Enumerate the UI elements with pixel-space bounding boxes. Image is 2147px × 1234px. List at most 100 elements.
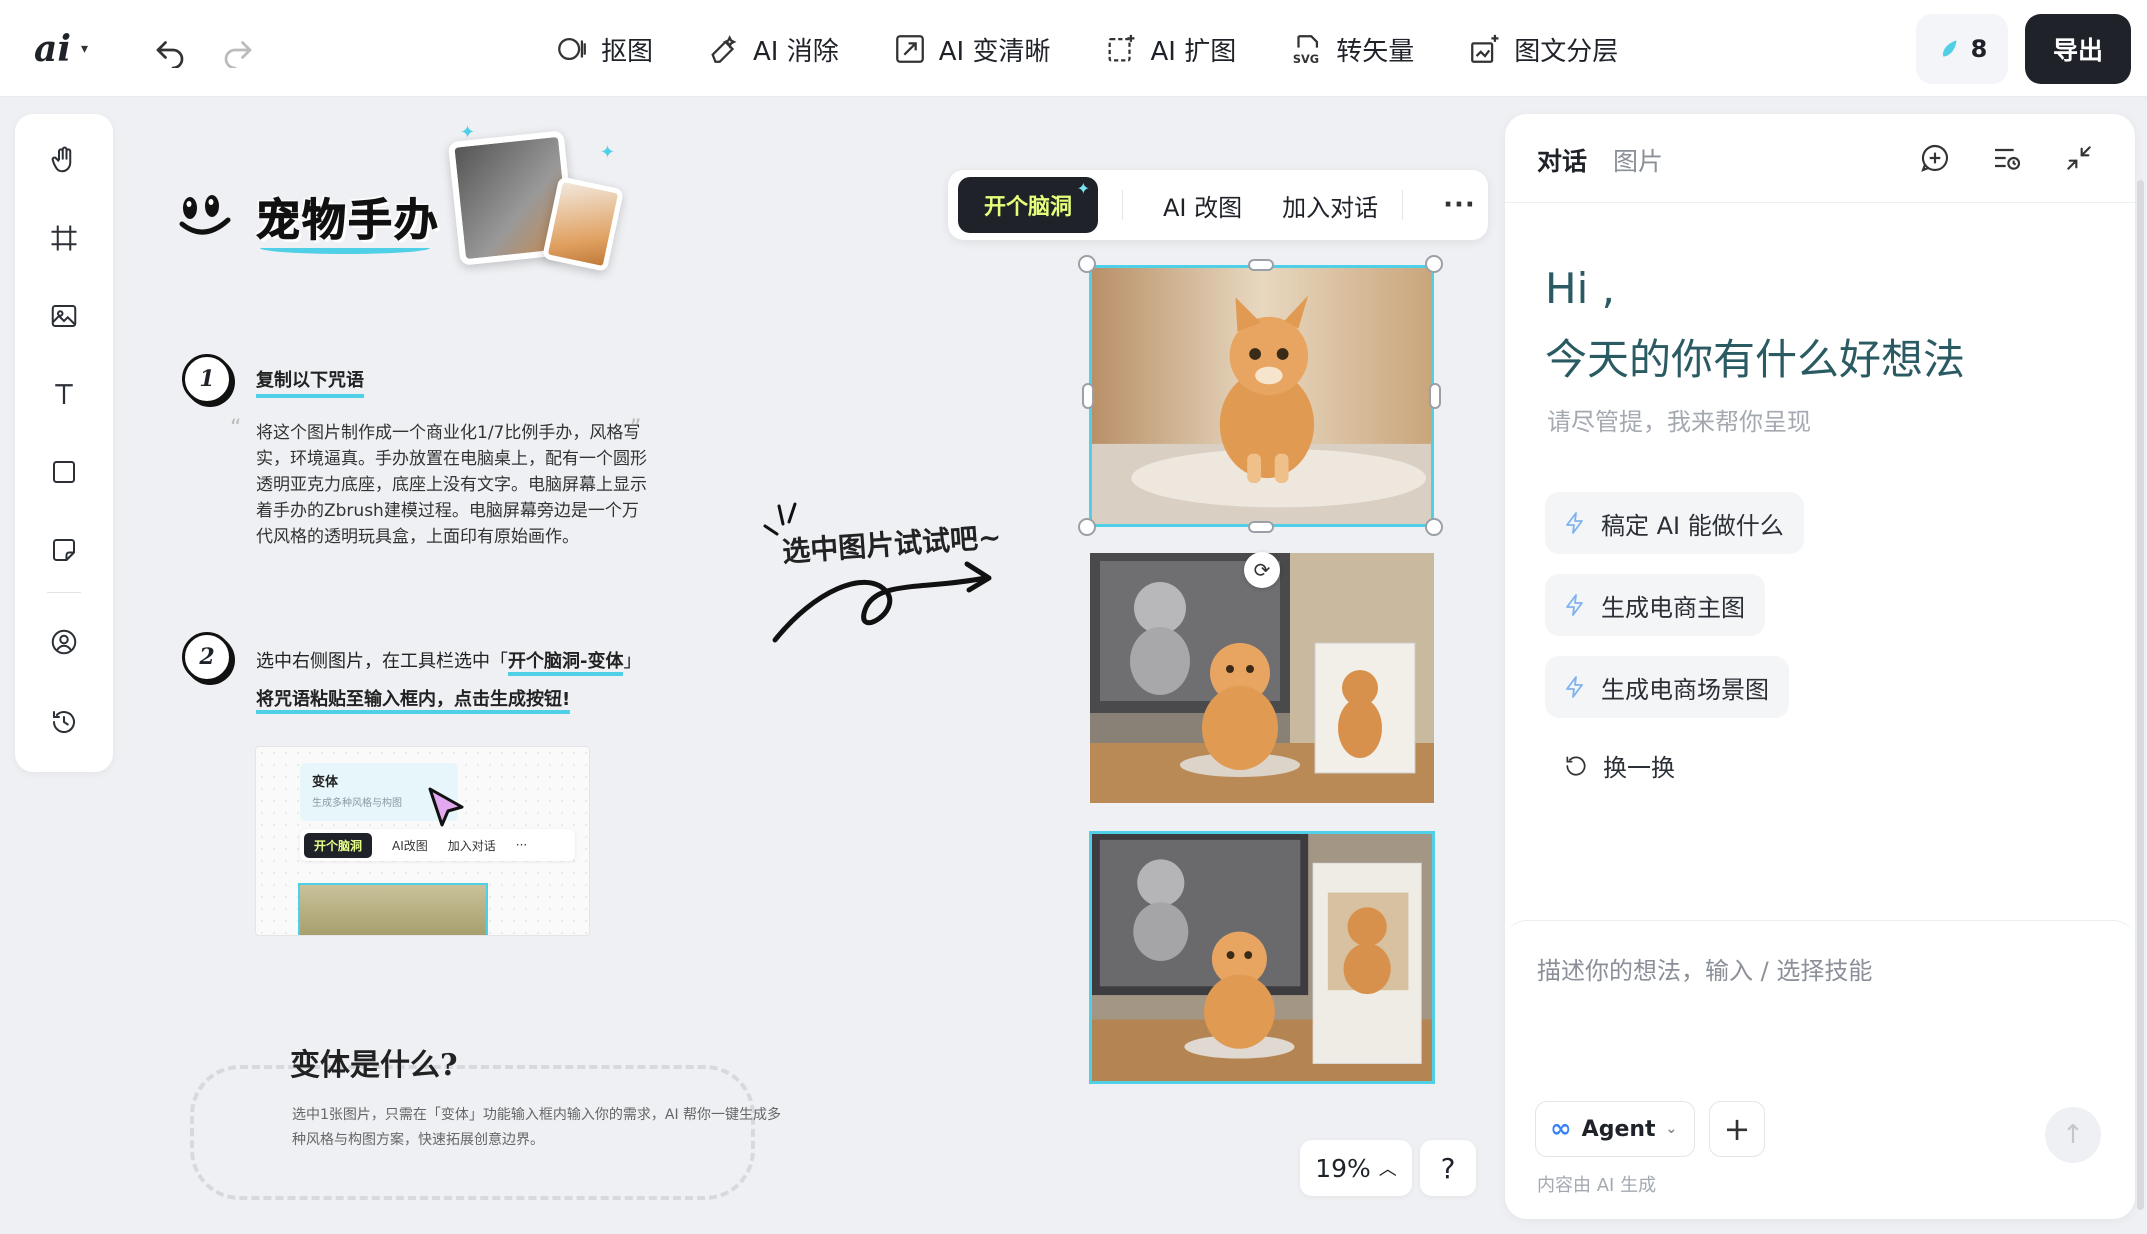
app-logo-menu[interactable]: ai ▾ bbox=[34, 28, 106, 70]
resize-handle[interactable] bbox=[1078, 255, 1096, 273]
top-toolbar: ai ▾ 抠图 AI 消除 AI 变清晰 AI 扩图 SVG 转矢量 图文分层 … bbox=[0, 0, 2147, 97]
tool-label: 转矢量 bbox=[1336, 36, 1415, 67]
sparkle-icon: ✦ bbox=[1076, 179, 1090, 198]
lightning-icon bbox=[1566, 676, 1583, 698]
rectangle-icon[interactable] bbox=[44, 452, 84, 492]
refresh-suggestions-button[interactable]: 换一换 bbox=[1563, 748, 1675, 783]
chat-input-area[interactable]: 描述你的想法，输入 / 选择技能 ∞ Agent ⌄ + ↑ 内容由 AI 生成 bbox=[1505, 920, 2135, 1219]
divider bbox=[47, 592, 81, 593]
resize-handle[interactable] bbox=[1429, 383, 1441, 409]
text-icon[interactable] bbox=[44, 374, 84, 414]
step2-prefix: 选中右侧图片，在工具栏选中「 bbox=[256, 651, 508, 672]
image-icon[interactable] bbox=[44, 296, 84, 336]
tool-label: AI 变清晰 bbox=[938, 36, 1051, 67]
tool-cutout[interactable]: 抠图 bbox=[555, 31, 653, 68]
suggestion-chip[interactable]: 生成电商场景图 bbox=[1545, 656, 1789, 718]
doc-title: 宠物手办 bbox=[256, 195, 440, 247]
tool-label: 抠图 bbox=[601, 36, 654, 67]
tool-label: 图文分层 bbox=[1514, 36, 1619, 67]
cutout-icon bbox=[558, 37, 586, 61]
divider bbox=[1505, 202, 2135, 203]
brainstorm-button[interactable]: 开个脑洞 ✦ bbox=[958, 177, 1098, 233]
title-thumbnails: ✦ ✦ bbox=[447, 122, 630, 272]
tool-ai-enhance[interactable]: AI 变清晰 bbox=[893, 31, 1051, 68]
prompt-text[interactable]: 将这个图片制作成一个商业化1/7比例手办，风格写实，环境逼真。手办放置在电脑桌上… bbox=[256, 420, 651, 550]
layers-icon bbox=[1471, 34, 1499, 63]
resize-handle[interactable] bbox=[1082, 383, 1094, 409]
step2-feature: 开个脑洞-变体 bbox=[508, 651, 624, 676]
cursor-icon bbox=[428, 787, 464, 827]
mini-toolbar: 开个脑洞 AI改图 加入对话 ··· bbox=[300, 829, 575, 861]
zoom-control[interactable]: 19% ︿ bbox=[1300, 1140, 1412, 1196]
resize-handle[interactable] bbox=[1425, 255, 1443, 273]
expand-icon bbox=[1109, 34, 1135, 62]
undo-icon[interactable] bbox=[152, 32, 188, 70]
kitten-photo[interactable] bbox=[1089, 265, 1434, 527]
resize-handle[interactable] bbox=[1425, 518, 1443, 536]
tool-ai-erase[interactable]: AI 消除 bbox=[707, 31, 839, 68]
tab-chat[interactable]: 对话 bbox=[1537, 142, 1587, 178]
credits-badge[interactable]: 8 bbox=[1916, 14, 2008, 84]
resize-handle[interactable] bbox=[1248, 259, 1274, 271]
chat-history-icon[interactable] bbox=[1991, 142, 2023, 174]
suggestion-chip[interactable]: 生成电商主图 bbox=[1545, 574, 1765, 636]
chat-input[interactable]: 描述你的想法，输入 / 选择技能 bbox=[1537, 951, 1872, 986]
greeting-subtitle: 请尽管提，我来帮你呈现 bbox=[1547, 408, 1811, 436]
svg-text:SVG: SVG bbox=[1293, 52, 1319, 66]
add-attachment-button[interactable]: + bbox=[1709, 1101, 1765, 1157]
figurine-photo[interactable] bbox=[1090, 553, 1434, 803]
sparkle-icon: ✦ bbox=[600, 142, 616, 163]
tool-list: 抠图 AI 消除 AI 变清晰 AI 扩图 SVG 转矢量 图文分层 bbox=[555, 24, 1672, 74]
tool-vectorize[interactable]: SVG 转矢量 bbox=[1290, 31, 1414, 68]
step-title: 复制以下咒语 bbox=[256, 366, 364, 398]
step2-suffix: 」 bbox=[623, 651, 642, 672]
mini-add-chat: 加入对话 bbox=[447, 838, 496, 853]
variant-explainer-desc: 选中1张图片，只需在「变体」功能输入框内输入你的需求，AI 帮你一键生成多种风格… bbox=[292, 1107, 782, 1148]
lightning-icon bbox=[1566, 594, 1583, 616]
collapse-icon[interactable] bbox=[2063, 142, 2095, 174]
refresh-icon bbox=[1566, 755, 1586, 776]
divider bbox=[1122, 190, 1123, 220]
redo-icon[interactable] bbox=[220, 32, 256, 70]
tool-label: AI 消除 bbox=[753, 36, 839, 67]
add-to-chat-button[interactable]: 加入对话 bbox=[1282, 188, 1378, 223]
tab-image[interactable]: 图片 bbox=[1613, 142, 1663, 178]
new-chat-icon[interactable] bbox=[1919, 142, 1951, 174]
ai-edit-button[interactable]: AI 改图 bbox=[1163, 188, 1242, 223]
left-toolbar bbox=[15, 114, 113, 772]
hand-icon[interactable] bbox=[44, 140, 84, 180]
tutorial-screenshot: 变体 生成多种风格与构图 开个脑洞 AI改图 加入对话 ··· bbox=[255, 746, 590, 936]
more-icon[interactable]: ··· bbox=[1443, 190, 1476, 220]
enhance-icon bbox=[895, 35, 924, 63]
help-button[interactable]: ? bbox=[1420, 1140, 1476, 1196]
ai-generated-note: 内容由 AI 生成 bbox=[1537, 1175, 1657, 1196]
mini-brain-label: 开个脑洞 bbox=[304, 832, 373, 858]
resize-handle[interactable] bbox=[1248, 521, 1274, 533]
suggestion-chip[interactable]: 稿定 AI 能做什么 bbox=[1545, 492, 1804, 554]
eraser-icon bbox=[711, 35, 737, 63]
selection-toolbar: 开个脑洞 ✦ AI 改图 加入对话 ··· bbox=[948, 170, 1488, 240]
app-logo: ai bbox=[34, 28, 72, 70]
rotate-icon[interactable]: ⟳ bbox=[1244, 552, 1280, 588]
variant-explainer-title: 变体是什么? bbox=[290, 1048, 458, 1083]
sticky-note-icon[interactable] bbox=[44, 530, 84, 570]
chat-panel: 对话 图片 Hi , 今天的你有什么好想法 请尽管提，我来帮你呈现 稿定 AI … bbox=[1505, 114, 2135, 1219]
history-icon[interactable] bbox=[44, 702, 84, 742]
credit-icon bbox=[1942, 40, 1957, 57]
send-button[interactable]: ↑ bbox=[2045, 1107, 2101, 1163]
agent-selector[interactable]: ∞ Agent ⌄ bbox=[1535, 1101, 1695, 1157]
export-button[interactable]: 导出 bbox=[2025, 14, 2131, 84]
smiley-icon bbox=[179, 195, 231, 235]
step2-instructions: 选中右侧图片，在工具栏选中「开个脑洞-变体」 将咒语粘贴至输入框内，点击生成按钮… bbox=[256, 643, 676, 719]
user-avatar-icon[interactable] bbox=[44, 622, 84, 662]
figurine-photo-selected[interactable] bbox=[1089, 831, 1435, 1084]
tool-layers[interactable]: 图文分层 bbox=[1468, 31, 1618, 68]
tool-ai-expand[interactable]: AI 扩图 bbox=[1104, 31, 1236, 68]
panel-scrollbar[interactable] bbox=[2137, 180, 2144, 1210]
crop-frame-icon[interactable] bbox=[44, 218, 84, 258]
panel-tabs: 对话 图片 bbox=[1537, 142, 1663, 178]
tool-label: AI 扩图 bbox=[1150, 36, 1237, 67]
brainstorm-label: 开个脑洞 bbox=[983, 195, 1072, 220]
chevron-up-icon: ︿ bbox=[1378, 1159, 1397, 1180]
resize-handle[interactable] bbox=[1078, 518, 1096, 536]
